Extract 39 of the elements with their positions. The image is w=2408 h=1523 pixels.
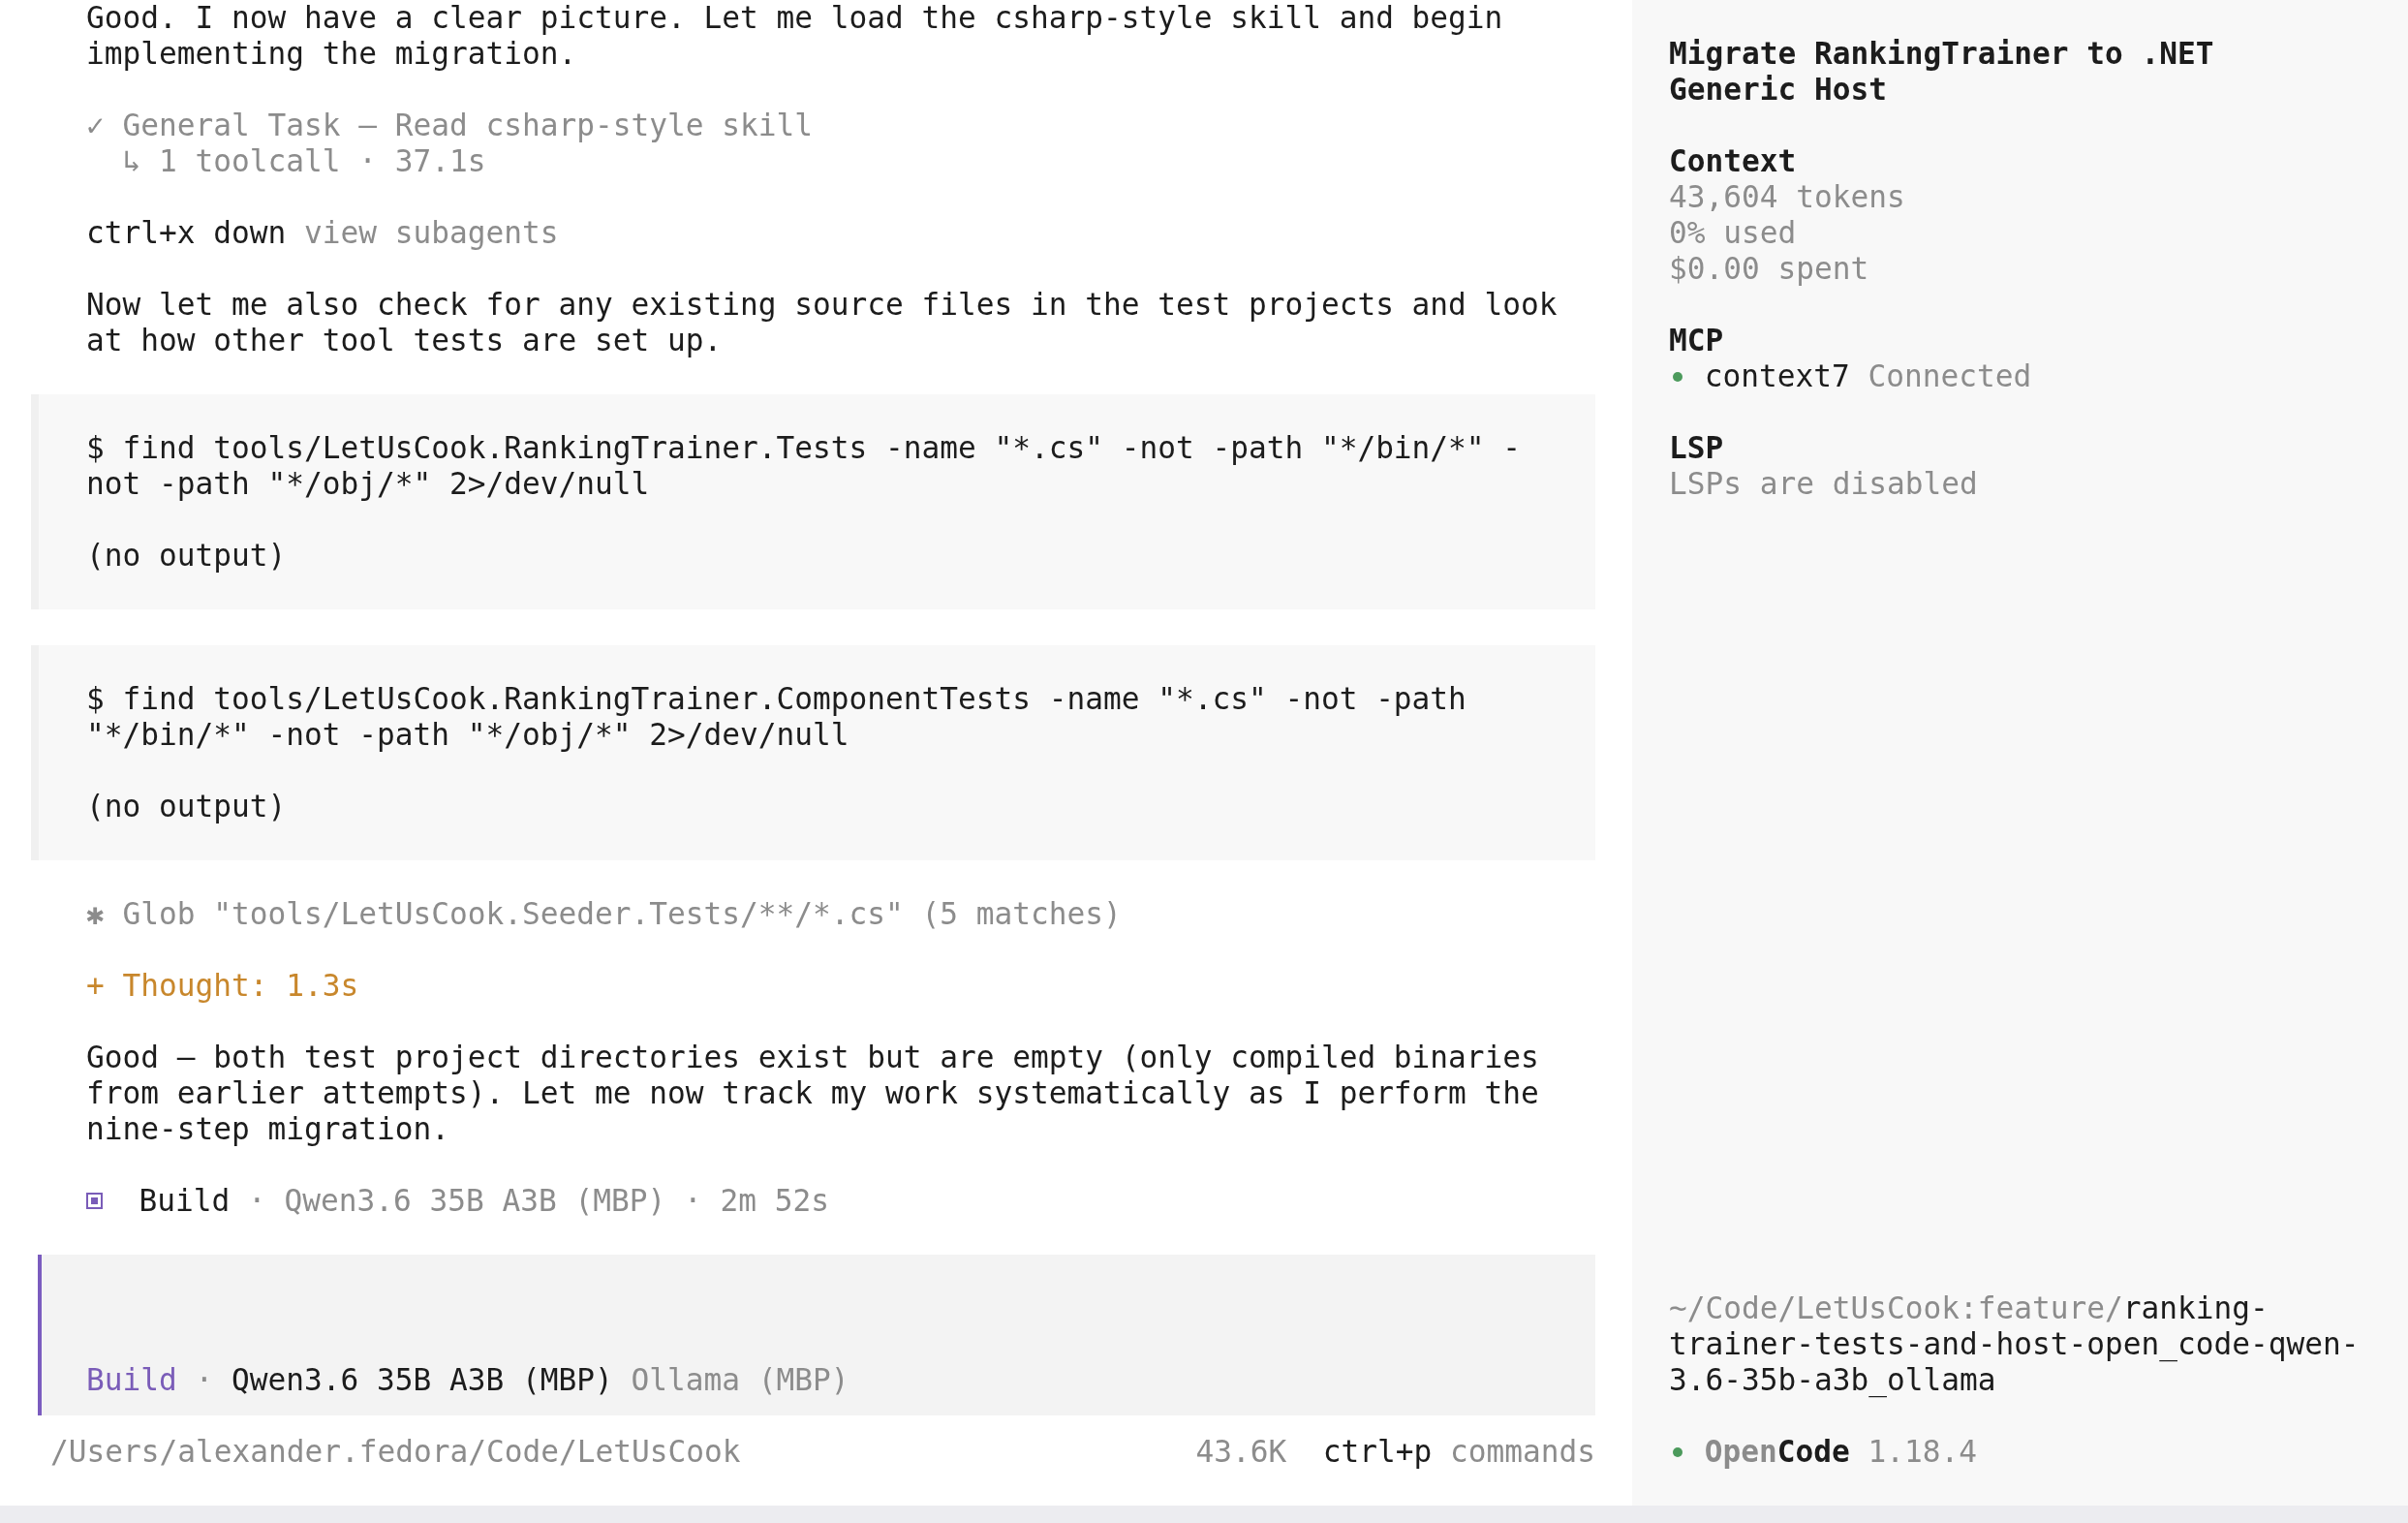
square-icon [86,1193,103,1209]
section-heading: Context [1669,143,1797,179]
shortcut-label: view subagents [303,215,559,251]
message-text: Good — both test project directories exist but are empty (only compiled binaries from earlier attempts). Let me now track my work systematically as I perform the nine-step migration. [86,1040,1540,1147]
separator: · [195,1362,214,1398]
app-version: 1.18.4 [1868,1434,1977,1470]
mcp-status: Connected [1868,358,2032,394]
shortcut-key: ctrl+p [1322,1434,1433,1470]
provider-name: Ollama (MBP) [631,1362,849,1398]
shortcut-key: ctrl+x down [86,215,287,251]
message-text: Now let me also check for any existing source files in the test projects and look at how other tool tests are set up. [86,287,1559,358]
mcp-server-name: context7 [1704,358,1850,394]
command-text: $ find tools/LetUsCook.RankingTrainer.ComponentTests -name "*.cs" -not -path "*/bin/*" -not -path "*/obj/*" 2>/dev/null [86,681,1467,753]
lsp-status: LSPs are disabled [1669,466,1978,502]
tool-call-text: ✱ Glob "tools/LetUsCook.Seeder.Tests/**/*.cs" (5 matches) [86,896,1122,932]
thought-text: + Thought: 1.3s [86,968,359,1004]
command-output: (no output) [86,789,287,824]
task-detail: ↳ 1 toolcall · 37.1s [122,143,486,179]
command-text: $ find tools/LetUsCook.RankingTrainer.Tests -name "*.cs" -not -path "*/bin/*" -not -path "*/obj/*" 2>/dev/null [86,430,1523,502]
token-count: 43.6K [1195,1434,1287,1470]
working-directory: /Users/alexander.fedora/Code/LetUsCook [50,1434,741,1470]
context-stat: $0.00 spent [1669,251,1869,287]
section-heading: LSP [1669,430,1724,466]
app-name: OpenCode [1704,1434,1850,1470]
model-name: Qwen3.6 35B A3B (MBP) [231,1362,613,1398]
agent-name: Build [139,1183,231,1219]
run-details: · Qwen3.6 35B A3B (MBP) · 2m 52s [247,1183,829,1219]
task-title: ✓ General Task — Read csharp-style skill [86,108,813,143]
context-stat: 43,604 tokens [1669,179,1905,215]
agent-name: Build [86,1362,177,1398]
session-title: Migrate RankingTrainer to .NET Generic Host [1669,36,2215,108]
section-heading: MCP [1669,323,1724,358]
shortcut-label: commands [1450,1434,1595,1470]
context-stat: 0% used [1669,215,1797,251]
prompt-input[interactable]: Build · Qwen3.6 35B A3B (MBP) Ollama (MBP) [38,1255,1595,1415]
command-output: (no output) [86,538,287,574]
status-dot-icon [1673,1446,1683,1457]
message-text: Good. I now have a clear picture. Let me load the csharp-style skill and begin implementing the migration. [86,0,1504,72]
branch-path: ~/Code/LetUsCook:feature/ranking-trainer-tests-and-host-open_code-qwen-3.6-35b-a3b_ollama [1669,1290,2361,1398]
